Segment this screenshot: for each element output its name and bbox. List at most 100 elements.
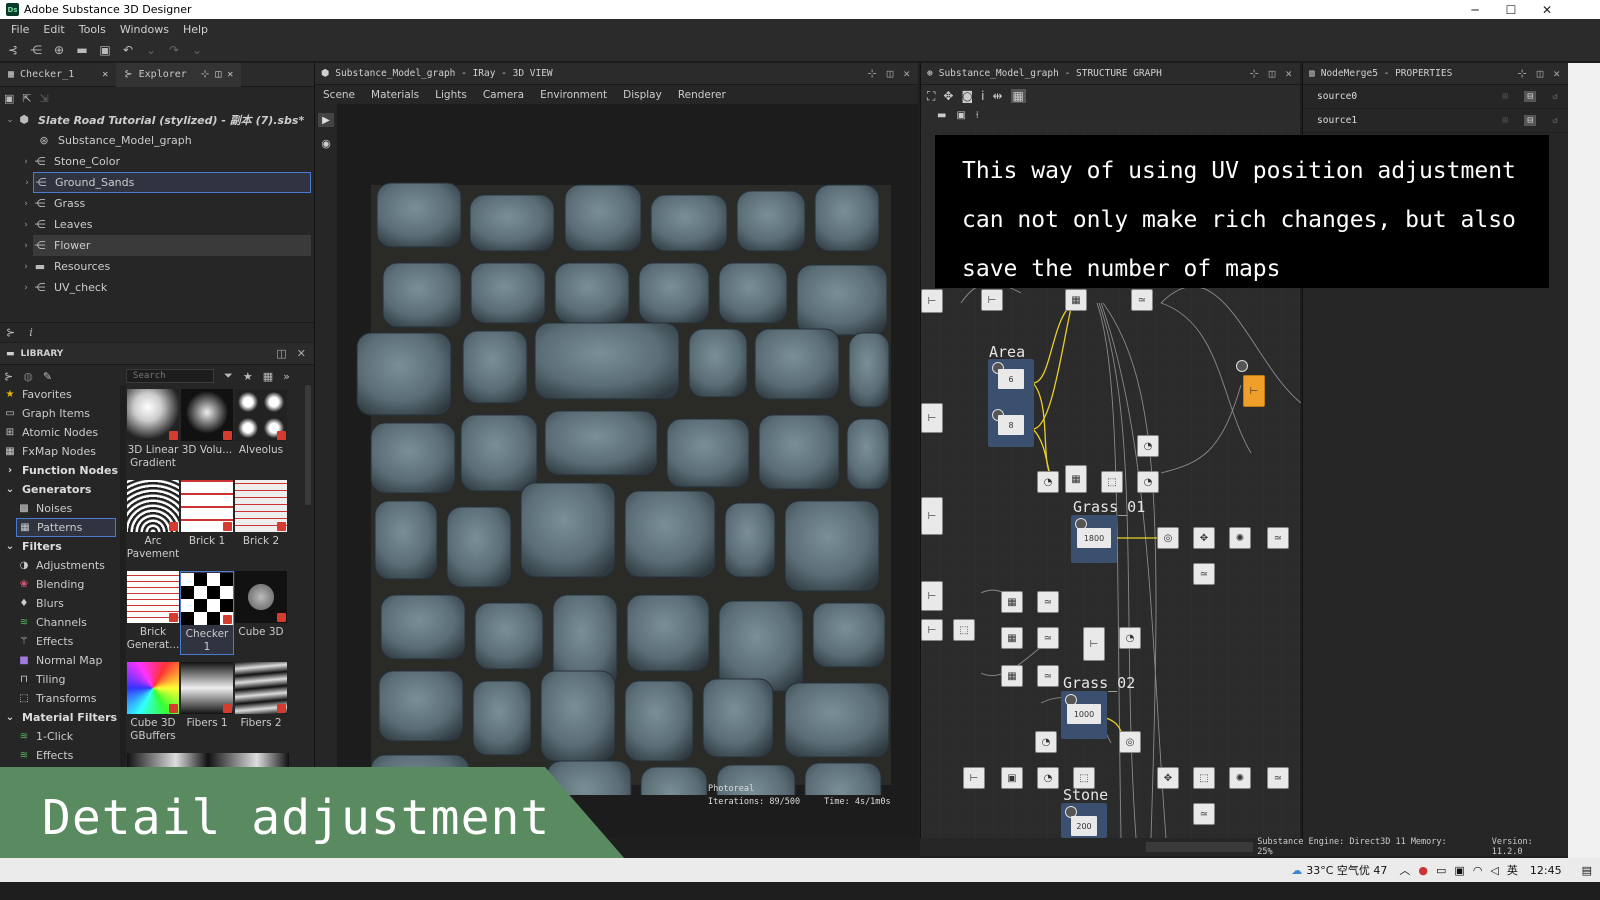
category-noises[interactable]: ▩ Noises xyxy=(0,499,120,518)
node-move-2[interactable]: ✥ xyxy=(1157,767,1179,789)
publish-icon[interactable]: ⇲ xyxy=(40,92,49,105)
node-move-1[interactable]: ✥ xyxy=(1193,527,1215,549)
frame-grass-02[interactable]: 1000 xyxy=(1061,691,1107,739)
node-input-3[interactable]: ⊢ xyxy=(921,497,943,535)
node-transform-2[interactable]: ⬚ xyxy=(953,619,975,641)
thumb-brick-1[interactable]: Brick 1 xyxy=(180,480,234,548)
connector-icon[interactable]: ⇹ xyxy=(992,89,1002,103)
chevron-right-icon[interactable]: › xyxy=(20,283,32,293)
float-icon[interactable]: ◫ xyxy=(215,69,221,80)
chevron-right-icon[interactable]: › xyxy=(20,220,32,230)
category-fxmap-nodes[interactable]: ▦ FxMap Nodes xyxy=(0,442,120,461)
category-favorites[interactable]: ★ Favorites xyxy=(0,385,120,404)
undo-dropdown-icon[interactable]: ⌄ xyxy=(142,41,160,59)
expand-icon[interactable]: » xyxy=(283,370,290,383)
tree-item-leaves[interactable]: › ⋲ Leaves xyxy=(0,214,314,235)
pin-icon[interactable]: ⊹ xyxy=(201,69,209,80)
close-tab-icon[interactable]: ✕ xyxy=(102,69,108,80)
move-icon[interactable]: ✥ xyxy=(943,89,953,103)
thumb-brick-2[interactable]: Brick 2 xyxy=(234,480,288,548)
tree-item-uv-check[interactable]: › ⋲ UV_check xyxy=(0,277,314,298)
tree-root[interactable]: ⌄ ⬢ Slate Road Tutorial (stylized) - 副本 … xyxy=(0,109,314,130)
search-input[interactable] xyxy=(133,371,214,381)
frame-all-icon[interactable]: ⛶ xyxy=(927,89,935,104)
property-source0[interactable]: source0 ⊞ ⊟ ↺ xyxy=(1303,85,1568,109)
close-tab-icon[interactable]: ✕ xyxy=(227,69,233,80)
category-atomic-nodes[interactable]: ⊞ Atomic Nodes xyxy=(0,423,120,442)
undo-icon[interactable]: ↶ xyxy=(119,41,137,59)
thumb-3d-linear-gradient[interactable]: 3D Linear Gradient xyxy=(126,389,180,470)
frame-stone[interactable]: 200 xyxy=(1061,803,1107,838)
tree-item-ground-sands[interactable]: › ⋲ Ground_Sands xyxy=(25,172,311,193)
export-icon[interactable]: ⇱ xyxy=(22,92,31,105)
new-function-icon[interactable]: ⋲ xyxy=(27,41,45,59)
node-curve-6[interactable]: ≃ xyxy=(1037,665,1059,687)
node-tile-2[interactable]: ▦ xyxy=(1065,465,1087,493)
menu-tools[interactable]: Tools xyxy=(72,23,113,36)
node-curve-3[interactable]: ≃ xyxy=(1193,563,1215,585)
category-blurs[interactable]: ♦ Blurs xyxy=(0,594,120,613)
node-tile-4[interactable]: ▦ xyxy=(1001,627,1023,649)
volume-icon[interactable]: ◁ xyxy=(1490,864,1498,877)
grid-view-icon[interactable]: ▦ xyxy=(263,370,273,383)
menu-materials[interactable]: Materials xyxy=(363,89,427,101)
close-icon[interactable]: ✕ xyxy=(903,67,910,80)
wifi-icon[interactable]: ◠ xyxy=(1473,864,1483,877)
pin-node-icon[interactable]: ⍿ xyxy=(976,110,979,121)
pin-icon[interactable]: ⊹ xyxy=(1518,67,1527,80)
node-tile-5[interactable]: ▦ xyxy=(1001,665,1023,687)
thumb-checker-1[interactable]: Checker 1 xyxy=(180,571,234,655)
chevron-right-icon[interactable]: › xyxy=(20,262,32,272)
menu-help[interactable]: Help xyxy=(176,23,215,36)
chevron-right-icon[interactable]: › xyxy=(20,199,32,209)
chevron-down-icon[interactable]: ⌄ xyxy=(4,115,16,125)
chevron-right-icon[interactable]: › xyxy=(21,178,33,188)
node-pattern-1[interactable]: ▣ xyxy=(1001,767,1023,789)
value-node-1000[interactable]: 1000 xyxy=(1067,704,1101,724)
node-circle-1[interactable]: ◎ xyxy=(1157,527,1179,549)
tray-chevron-up-icon[interactable]: ︿ xyxy=(1399,862,1410,878)
float-icon[interactable]: ◫ xyxy=(887,67,894,80)
close-icon[interactable]: ✕ xyxy=(1553,67,1560,80)
save-package-icon[interactable]: ▣ xyxy=(4,92,14,105)
info-icon[interactable]: ⅰ xyxy=(981,89,984,103)
category-generators[interactable]: ⌄ Generators xyxy=(0,480,120,499)
node-circle-2[interactable]: ◎ xyxy=(1119,731,1141,753)
connect-icon[interactable]: ⊟ xyxy=(1524,115,1536,126)
node-curve-2[interactable]: ≃ xyxy=(1267,527,1289,549)
new-graph-icon[interactable]: ⊰ xyxy=(4,41,22,59)
pin-icon[interactable]: ⊹ xyxy=(868,67,877,80)
tray-app-icon[interactable]: ● xyxy=(1418,864,1428,877)
redo-icon[interactable]: ↷ xyxy=(165,41,183,59)
menu-display[interactable]: Display xyxy=(615,89,670,101)
menu-camera[interactable]: Camera xyxy=(475,89,532,101)
node-blend-4[interactable]: ◔ xyxy=(1119,627,1141,649)
light-bulb-icon[interactable]: ◉ xyxy=(318,136,334,150)
tree-view-icon[interactable]: ⊱ xyxy=(6,326,15,339)
menu-renderer[interactable]: Renderer xyxy=(670,89,734,101)
node-output-orange[interactable]: ⊢ xyxy=(1243,375,1265,407)
3d-render-viewport[interactable] xyxy=(351,175,911,795)
category-material-filters[interactable]: ⌄ Material Filters xyxy=(0,708,120,727)
node-transform-1[interactable]: ⬚ xyxy=(1101,471,1123,493)
category-blending[interactable]: ❀ Blending xyxy=(0,575,120,594)
comment-icon[interactable]: ▬ xyxy=(937,110,946,121)
thumb-cube-3d[interactable]: Cube 3D xyxy=(234,571,288,639)
frame-icon[interactable]: ▣ xyxy=(956,110,965,121)
redo-dropdown-icon[interactable]: ⌄ xyxy=(188,41,206,59)
menu-environment[interactable]: Environment xyxy=(532,89,615,101)
value-node-8[interactable]: 8 xyxy=(998,415,1024,435)
info-icon[interactable]: i xyxy=(29,326,33,339)
node-blend-5[interactable]: ◔ xyxy=(1035,731,1057,753)
category-channels[interactable]: ≋ Channels xyxy=(0,613,120,632)
category-1-click[interactable]: ≋ 1-Click xyxy=(0,727,120,746)
chevron-right-icon[interactable]: › xyxy=(20,157,32,167)
tree-item-model-graph[interactable]: ⊛ Substance_Model_graph xyxy=(0,130,314,151)
reset-icon[interactable]: ↺ xyxy=(1552,115,1558,126)
camera-icon[interactable]: ▶ xyxy=(318,113,334,127)
category-graph-items[interactable]: ▭ Graph Items xyxy=(0,404,120,423)
node-transform-4[interactable]: ⬚ xyxy=(1193,767,1215,789)
value-node-6[interactable]: 6 xyxy=(998,369,1024,389)
property-source1[interactable]: source1 ⊞ ⊟ ↺ xyxy=(1303,109,1568,133)
menu-lights[interactable]: Lights xyxy=(427,89,475,101)
